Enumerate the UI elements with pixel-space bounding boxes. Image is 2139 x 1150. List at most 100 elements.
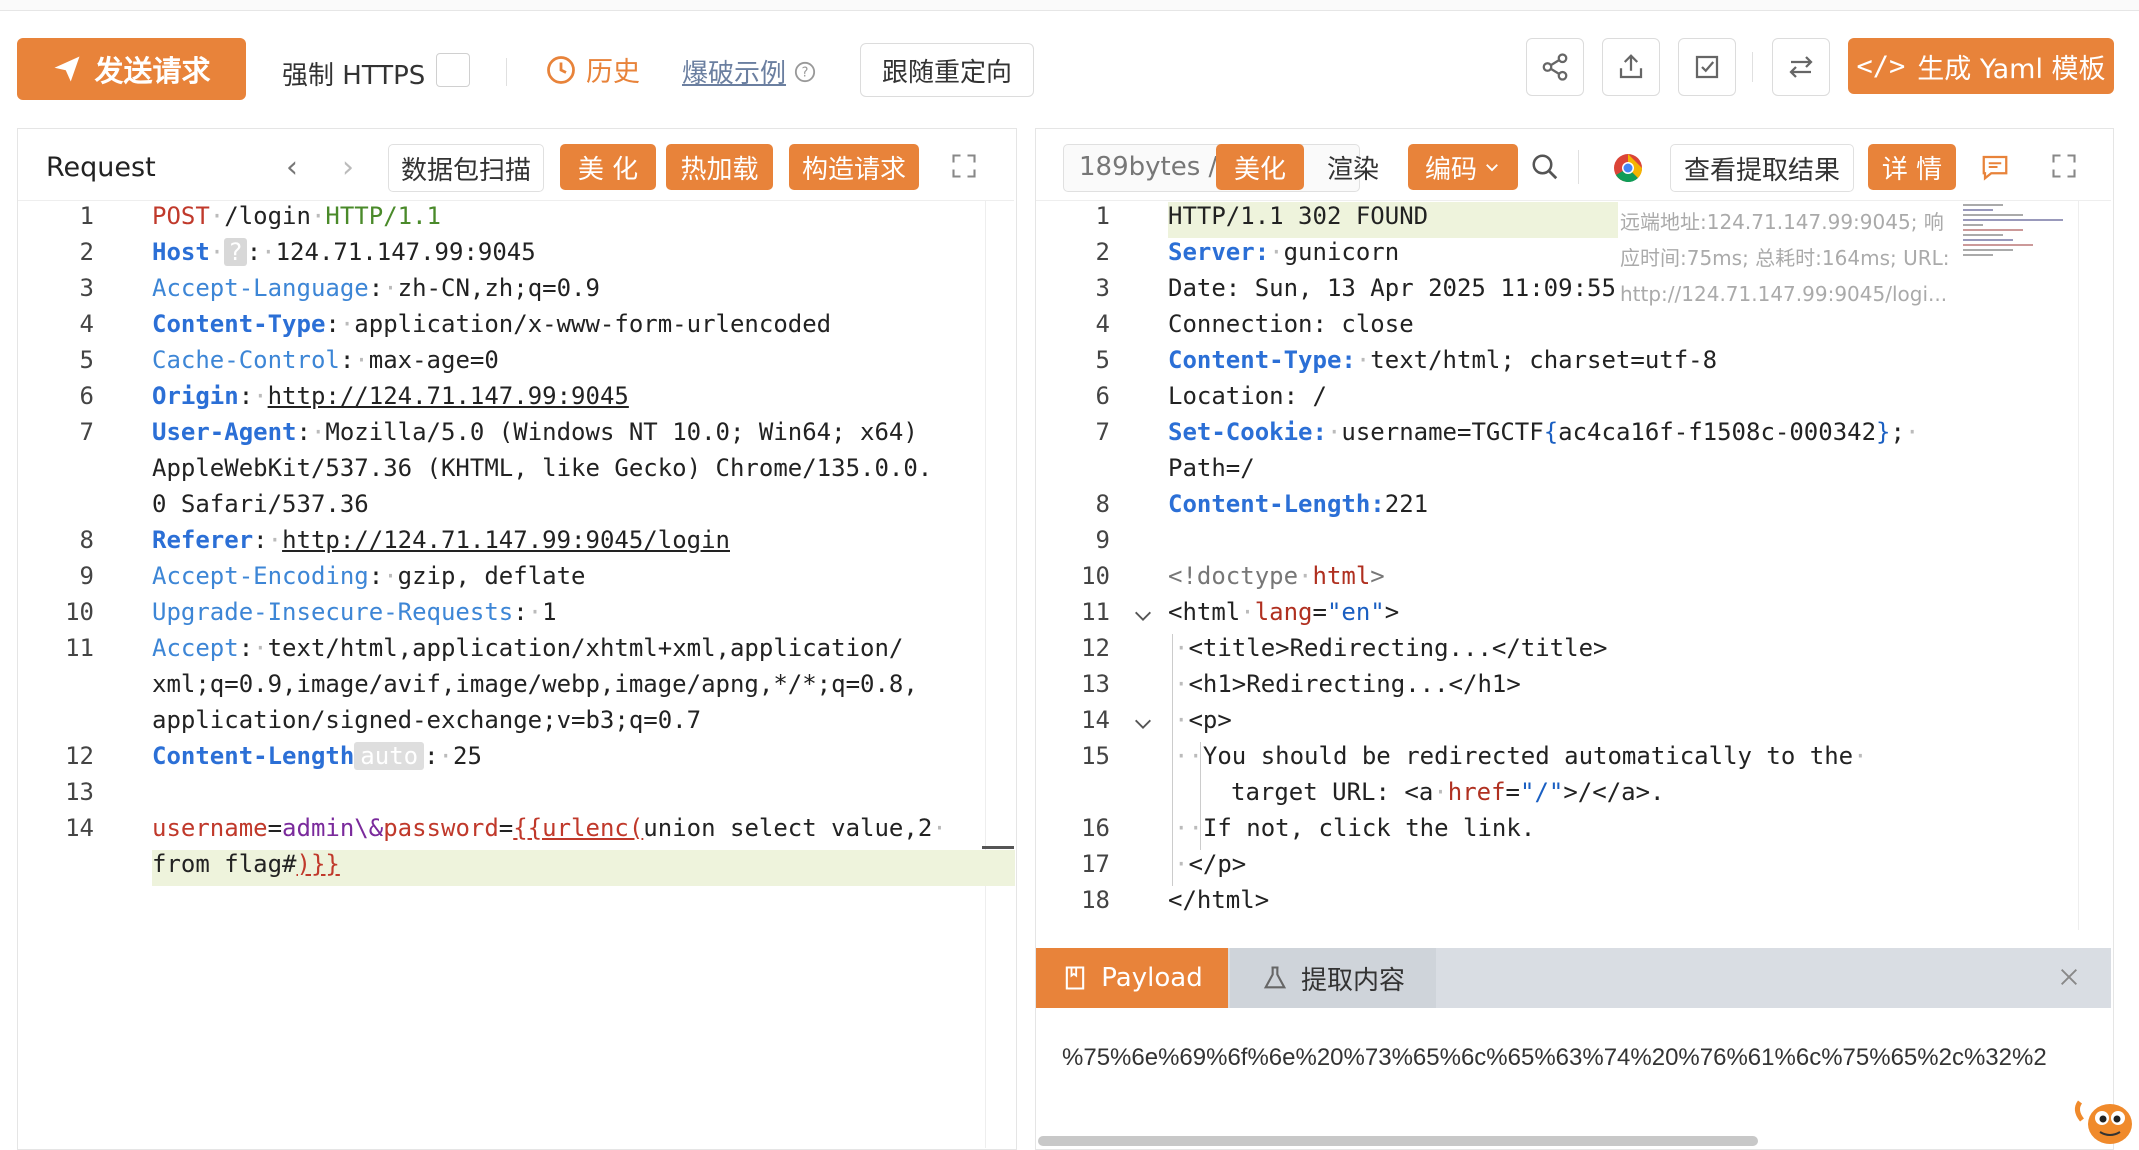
request-line-2[interactable]: Host·?:·124.71.147.99:9045 xyxy=(152,238,536,266)
prev-arrow-icon[interactable]: ‹ xyxy=(286,150,298,185)
line-number: 12 xyxy=(1081,634,1110,662)
fold-chevron-icon[interactable] xyxy=(1132,713,1154,735)
line-number: 7 xyxy=(79,418,94,446)
line-number: 8 xyxy=(1095,490,1110,518)
request-line-1[interactable]: POST·/login·HTTP/1.1 xyxy=(152,202,441,230)
send-request-button[interactable]: 发送请求 xyxy=(17,38,246,100)
response-beautify-label: 美化 xyxy=(1233,154,1286,185)
line-number: 3 xyxy=(79,274,94,302)
remote-info-line: 应时间:75ms; 总耗时:164ms; URL: xyxy=(1620,246,1950,270)
origin-link[interactable]: http://124.71.147.99:9045 xyxy=(268,382,629,410)
auto-length-badge[interactable]: auto xyxy=(354,742,425,770)
response-line-3[interactable]: Date: Sun, 13 Apr 2025 11:09:55 xyxy=(1168,274,1616,302)
request-line-6[interactable]: Origin:·http://124.71.147.99:9045 xyxy=(152,382,629,410)
response-line-2[interactable]: Server:·gunicorn xyxy=(1168,238,1399,266)
export-button[interactable] xyxy=(1602,38,1660,96)
request-line-11[interactable]: Accept:·text/html,application/xhtml+xml,… xyxy=(152,634,903,662)
response-line-16[interactable]: ··If not, click the link. xyxy=(1174,814,1535,842)
request-line-8[interactable]: Referer:·http://124.71.147.99:9045/login xyxy=(152,526,730,554)
brute-example-link[interactable]: 爆破示例 ? xyxy=(682,53,816,90)
request-line-11-wrap-1[interactable]: xml;q=0.9,image/avif,image/webp,image/ap… xyxy=(152,670,918,698)
paragraph-text: >/</a>. xyxy=(1563,778,1665,806)
response-bytes: 189bytes / xyxy=(1079,152,1218,182)
share-button[interactable] xyxy=(1526,38,1584,96)
force-https-label: 强制 HTTPS xyxy=(282,61,426,91)
request-line-12[interactable]: Content-Length auto:·25 xyxy=(152,742,482,770)
detail-button[interactable]: 详 情 xyxy=(1868,144,1956,190)
payload-scrollbar[interactable] xyxy=(1038,1136,1758,1146)
line-number: 6 xyxy=(1095,382,1110,410)
response-line-5[interactable]: Content-Type:·text/html; charset=utf-8 xyxy=(1168,346,1717,374)
request-line-10[interactable]: Upgrade-Insecure-Requests:·1 xyxy=(152,598,557,626)
force-https-checkbox[interactable] xyxy=(436,53,470,87)
response-line-7[interactable]: Set-Cookie:·username=TGCTF{ac4ca16f-f150… xyxy=(1168,418,1919,446)
import-button[interactable] xyxy=(1678,38,1736,96)
response-minimap[interactable] xyxy=(1963,202,2063,282)
search-icon[interactable] xyxy=(1530,152,1560,182)
response-line-18[interactable]: </html> xyxy=(1168,886,1269,914)
swap-icon xyxy=(1789,56,1813,78)
request-line-7-wrap-2[interactable]: 0 Safari/537.36 xyxy=(152,490,369,518)
request-scrollbar-track[interactable] xyxy=(985,200,986,1148)
tab-payload[interactable]: Payload xyxy=(1036,948,1228,1008)
line-number: 1 xyxy=(1095,202,1110,230)
request-line-7-wrap-1[interactable]: AppleWebKit/537.36 (KHTML, like Gecko) C… xyxy=(152,454,932,482)
construct-request-button[interactable]: 构造请求 xyxy=(789,144,919,190)
response-line-6[interactable]: Location: / xyxy=(1168,382,1327,410)
fold-chevron-icon[interactable] xyxy=(1132,605,1154,627)
mascot-icon[interactable] xyxy=(2070,1080,2138,1148)
response-line-15[interactable]: ··You should be redirected automatically… xyxy=(1174,742,1868,770)
response-line-15-wrap[interactable]: target URL: <a·href="/">/</a>. xyxy=(1231,778,1665,806)
request-line-4[interactable]: Content-Type:·application/x-www-form-url… xyxy=(152,310,831,338)
response-expand-icon[interactable] xyxy=(2050,152,2078,180)
packet-scan-button[interactable]: 数据包扫描 xyxy=(388,144,544,192)
request-line-7[interactable]: User-Agent:·Mozilla/5.0 (Windows NT 10.0… xyxy=(152,418,918,446)
view-extract-button[interactable]: 查看提取结果 xyxy=(1670,144,1854,192)
render-button[interactable]: 渲染 xyxy=(1308,146,1398,188)
payload-value[interactable]: %75%6e%69%6f%6e%20%73%65%6c%65%63%74%20%… xyxy=(1062,1044,2112,1072)
request-line-5[interactable]: Cache-Control:·max-age=0 xyxy=(152,346,499,374)
history-button[interactable]: 历史 xyxy=(546,50,640,89)
cookie-separator: ; xyxy=(1890,418,1905,446)
next-arrow-icon[interactable]: › xyxy=(342,150,354,185)
response-line-1[interactable]: HTTP/1.1 302 FOUND xyxy=(1168,202,1428,230)
chevron-down-icon xyxy=(1486,164,1498,172)
window-top-strip xyxy=(0,0,2139,11)
response-line-10[interactable]: <!doctype·html> xyxy=(1168,562,1385,590)
href-eq: = xyxy=(1505,778,1520,806)
chrome-icon[interactable] xyxy=(1612,152,1644,184)
response-scrollbar-track[interactable] xyxy=(2078,200,2079,930)
request-line-14-wrap[interactable]: from flag#)}} xyxy=(152,850,340,878)
response-line-7-wrap[interactable]: Path=/ xyxy=(1168,454,1255,482)
request-beautify-button[interactable]: 美 化 xyxy=(560,144,656,190)
response-line-14[interactable]: ·<p> xyxy=(1174,706,1232,734)
response-line-13[interactable]: ·<h1>Redirecting...</h1> xyxy=(1174,670,1521,698)
response-beautify-button[interactable]: 美化 xyxy=(1216,144,1304,190)
request-line-3[interactable]: Accept-Language:·zh-CN,zh;q=0.9 xyxy=(152,274,600,302)
header-line: Date: Sun, 13 Apr 2025 11:09:55 xyxy=(1168,274,1616,302)
close-icon[interactable] xyxy=(2058,966,2080,988)
header-key: Content-Type: xyxy=(1168,346,1356,374)
response-line-8[interactable]: Content-Length:221 xyxy=(1168,490,1428,518)
response-line-4[interactable]: Connection: close xyxy=(1168,310,1414,338)
follow-redirect-label: 跟随重定向 xyxy=(881,57,1012,88)
referer-link[interactable]: http://124.71.147.99:9045/login xyxy=(282,526,730,554)
response-line-17[interactable]: ·</p> xyxy=(1174,850,1246,878)
hotload-button[interactable]: 热加载 xyxy=(666,144,773,190)
request-line-9[interactable]: Accept-Encoding:·gzip, deflate xyxy=(152,562,586,590)
expand-icon[interactable] xyxy=(950,152,978,180)
encode-dropdown[interactable]: 编码 xyxy=(1408,144,1518,190)
response-line-12[interactable]: ·<title>Redirecting...</title> xyxy=(1174,634,1607,662)
follow-redirect-button[interactable]: 跟随重定向 xyxy=(860,43,1034,97)
swap-button[interactable] xyxy=(1772,38,1830,96)
line-number: 14 xyxy=(1081,706,1110,734)
generate-yaml-button[interactable]: </> 生成 Yaml 模板 xyxy=(1848,38,2114,94)
html-tag: <html xyxy=(1168,598,1241,626)
host-help-badge[interactable]: ? xyxy=(224,238,247,266)
request-line-14[interactable]: username=admin\&password={{urlenc(union … xyxy=(152,814,947,842)
request-line-11-wrap-2[interactable]: application/signed-exchange;v=b3;q=0.7 xyxy=(152,706,701,734)
comment-icon[interactable] xyxy=(1980,152,2010,182)
request-path: /login xyxy=(224,202,311,230)
tab-extract[interactable]: 提取内容 xyxy=(1230,948,1436,1008)
response-line-11[interactable]: <html·lang="en"> xyxy=(1168,598,1399,626)
